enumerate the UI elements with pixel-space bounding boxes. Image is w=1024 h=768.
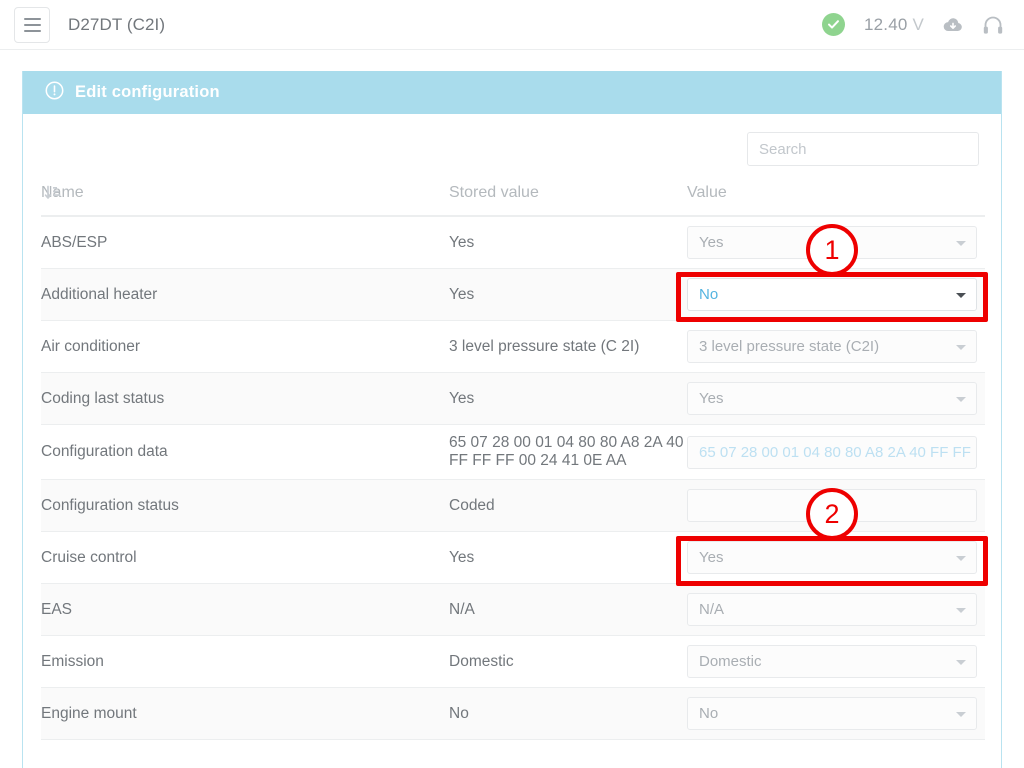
column-header-stored-value[interactable]: Stored value: [449, 178, 687, 216]
chevron-down-icon: [956, 293, 966, 298]
cell-stored-value: Yes: [449, 269, 687, 321]
cell-value: 65 07 28 00 01 04 80 80 A8 2A 40 FF FF F…: [687, 425, 985, 480]
search-row: [41, 114, 983, 178]
table-head: Name Stored value Value: [41, 178, 985, 216]
chevron-down-icon: [956, 712, 966, 717]
table-row: EASN/AN/A: [41, 584, 985, 636]
cell-value: Domestic: [687, 636, 985, 688]
cell-name: Engine mount: [41, 688, 449, 740]
edit-configuration-card: Edit configuration: [22, 71, 1002, 768]
column-header-name[interactable]: Name: [41, 178, 449, 216]
chevron-down-icon: [956, 241, 966, 246]
cell-value: No: [687, 269, 985, 321]
control-value-text: No: [699, 286, 718, 303]
headset-icon[interactable]: [982, 14, 1004, 36]
voltage-readout: 12.40 V: [864, 15, 924, 35]
device-title: D27DT (C2I): [68, 15, 165, 35]
chevron-down-icon: [956, 345, 966, 350]
cell-name: Coding last status: [41, 373, 449, 425]
voltage-value: 12.40: [864, 15, 908, 34]
cell-name: Additional heater: [41, 269, 449, 321]
chevron-down-icon: [956, 556, 966, 561]
voltage-unit: V: [912, 15, 924, 34]
cell-stored-value: 3 level pressure state (C 2I): [449, 321, 687, 373]
chevron-down-icon: [956, 397, 966, 402]
control-value-text: Domestic: [699, 653, 762, 670]
cell-stored-value: No: [449, 688, 687, 740]
cell-stored-value: Yes: [449, 373, 687, 425]
control-value-text: 3 level pressure state (C2I): [699, 338, 879, 355]
card-title: Edit configuration: [75, 83, 220, 102]
card-header: Edit configuration: [23, 71, 1001, 114]
cell-name: Configuration data: [41, 425, 449, 480]
app-root: D27DT (C2I) 12.40 V: [0, 0, 1024, 768]
table-row: Configuration data65 07 28 00 01 04 80 8…: [41, 425, 985, 480]
cell-value: [687, 480, 985, 532]
table-row: Configuration statusCoded: [41, 480, 985, 532]
engine-mount-value-select: No: [687, 697, 977, 730]
cell-stored-value: Yes: [449, 216, 687, 269]
control-value-text: No: [699, 705, 718, 722]
cell-value: No: [687, 688, 985, 740]
control-value-text: Yes: [699, 234, 723, 251]
cell-value: N/A: [687, 584, 985, 636]
cruise-control-value-select: Yes: [687, 541, 977, 574]
abs-esp-value-select: Yes: [687, 226, 977, 259]
configuration-table: Name Stored value Value ABS/ESPYesYesAdd…: [41, 178, 985, 740]
configuration-status-value-input: [687, 489, 977, 522]
cell-stored-value: 65 07 28 00 01 04 80 80 A8 2A 40 FF FF F…: [449, 425, 687, 480]
cell-name: Cruise control: [41, 532, 449, 584]
cloud-download-icon[interactable]: [943, 17, 963, 33]
exclamation-circle-icon: [45, 81, 64, 105]
table-row: Engine mountNoNo: [41, 688, 985, 740]
top-bar-status-group: 12.40 V: [822, 13, 1004, 36]
cell-value: Yes: [687, 216, 985, 269]
column-header-value-label: Value: [687, 184, 727, 201]
cell-value: 3 level pressure state (C2I): [687, 321, 985, 373]
cell-name: Air conditioner: [41, 321, 449, 373]
sort-amount-asc-icon[interactable]: [44, 184, 62, 202]
column-header-stored-value-label: Stored value: [449, 184, 539, 201]
table-header-row: Name Stored value Value: [41, 178, 985, 216]
cell-value: Yes: [687, 373, 985, 425]
search-input[interactable]: [747, 132, 979, 166]
cell-name: Configuration status: [41, 480, 449, 532]
chevron-down-icon: [956, 608, 966, 613]
additional-heater-value-select[interactable]: No: [687, 278, 977, 311]
cell-name: Emission: [41, 636, 449, 688]
cell-stored-value: Domestic: [449, 636, 687, 688]
eas-value-select: N/A: [687, 593, 977, 626]
air-conditioner-value-select: 3 level pressure state (C2I): [687, 330, 977, 363]
chevron-down-icon: [956, 660, 966, 665]
control-value-text: Yes: [699, 390, 723, 407]
emission-value-select: Domestic: [687, 645, 977, 678]
table-body: ABS/ESPYesYesAdditional heaterYesNoAir c…: [41, 216, 985, 740]
hamburger-icon-line: [24, 30, 41, 32]
table-row: Cruise controlYesYes: [41, 532, 985, 584]
table-row: ABS/ESPYesYes: [41, 216, 985, 269]
card-body: Name Stored value Value ABS/ESPYesYesAdd…: [23, 114, 1001, 740]
cell-name: ABS/ESP: [41, 216, 449, 269]
table-row: EmissionDomesticDomestic: [41, 636, 985, 688]
cell-stored-value: Yes: [449, 532, 687, 584]
cell-stored-value: N/A: [449, 584, 687, 636]
coding-last-status-value-select: Yes: [687, 382, 977, 415]
menu-toggle-button[interactable]: [14, 7, 50, 43]
control-value-text: N/A: [699, 601, 724, 618]
cell-name: EAS: [41, 584, 449, 636]
configuration-data-value-input: 65 07 28 00 01 04 80 80 A8 2A 40 FF FF F…: [687, 436, 977, 469]
top-bar: D27DT (C2I) 12.40 V: [0, 0, 1024, 50]
control-value-text: 65 07 28 00 01 04 80 80 A8 2A 40 FF FF F…: [699, 444, 977, 461]
table-row: Air conditioner3 level pressure state (C…: [41, 321, 985, 373]
hamburger-icon-line: [24, 18, 41, 20]
cell-value: Yes: [687, 532, 985, 584]
check-circle-icon: [822, 13, 845, 36]
control-value-text: Yes: [699, 549, 723, 566]
cell-stored-value: Coded: [449, 480, 687, 532]
table-row: Coding last statusYesYes: [41, 373, 985, 425]
table-row: Additional heaterYes No: [41, 269, 985, 321]
column-header-value[interactable]: Value: [687, 178, 985, 216]
hamburger-icon-line: [24, 24, 41, 26]
